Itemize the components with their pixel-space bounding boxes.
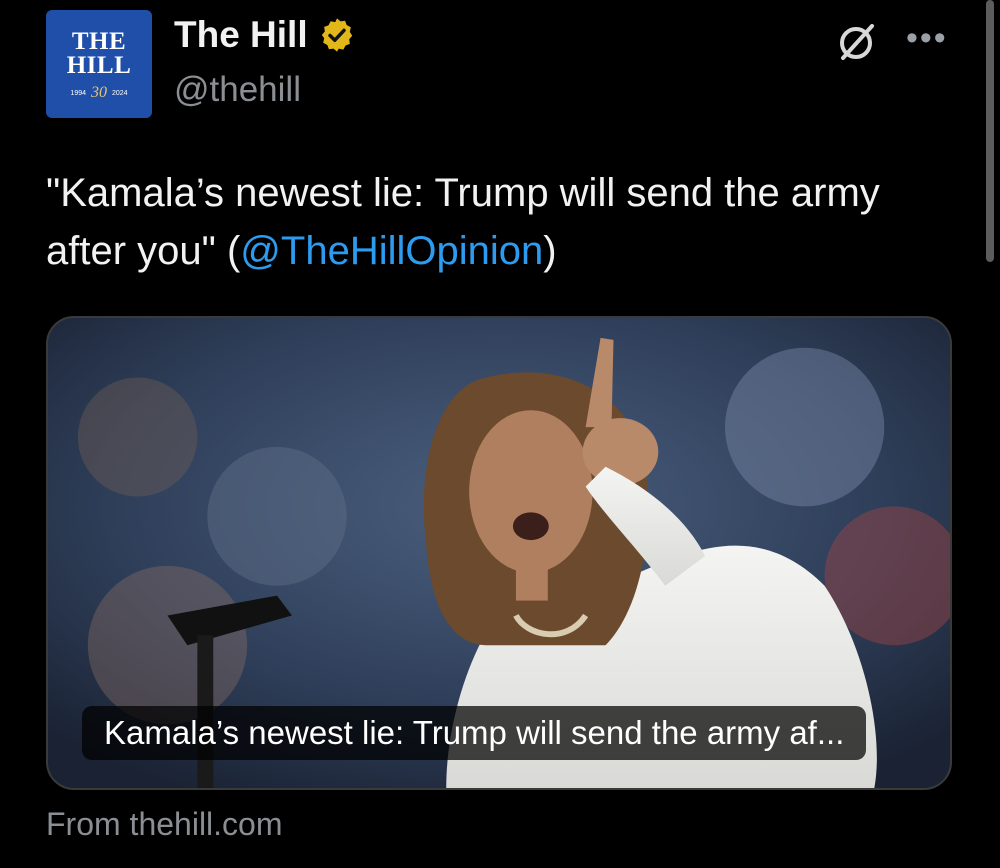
tweet-text: "Kamala’s newest lie: Trump will send th… [46, 164, 946, 280]
avatar-anniversary: 1994 30 2024 [70, 84, 127, 102]
avatar-anniversary-number: 30 [91, 84, 107, 101]
account-handle[interactable]: @thehill [174, 70, 301, 110]
grok-icon[interactable] [834, 20, 878, 64]
avatar-logo-line2: HILL [66, 52, 132, 79]
avatar-logo-line1: THE [71, 28, 127, 55]
account-display-name[interactable]: The Hill [174, 14, 308, 56]
card-caption: Kamala’s newest lie: Trump will send the… [82, 706, 867, 760]
more-options-icon[interactable]: ••• [906, 21, 948, 55]
tweet-mention-link[interactable]: @TheHillOpinion [240, 229, 543, 273]
account-name-row: The Hill [174, 14, 356, 56]
tweet-text-closing: ) [543, 229, 557, 273]
scrollbar[interactable] [986, 0, 994, 262]
account-avatar[interactable]: THE HILL 1994 30 2024 [46, 10, 152, 118]
verified-badge-icon[interactable] [318, 16, 356, 54]
card-source-link[interactable]: From thehill.com [46, 806, 283, 843]
avatar-year-start: 1994 [70, 89, 86, 97]
link-preview-card[interactable]: Kamala’s newest lie: Trump will send the… [46, 316, 952, 790]
avatar-year-end: 2024 [112, 89, 128, 97]
